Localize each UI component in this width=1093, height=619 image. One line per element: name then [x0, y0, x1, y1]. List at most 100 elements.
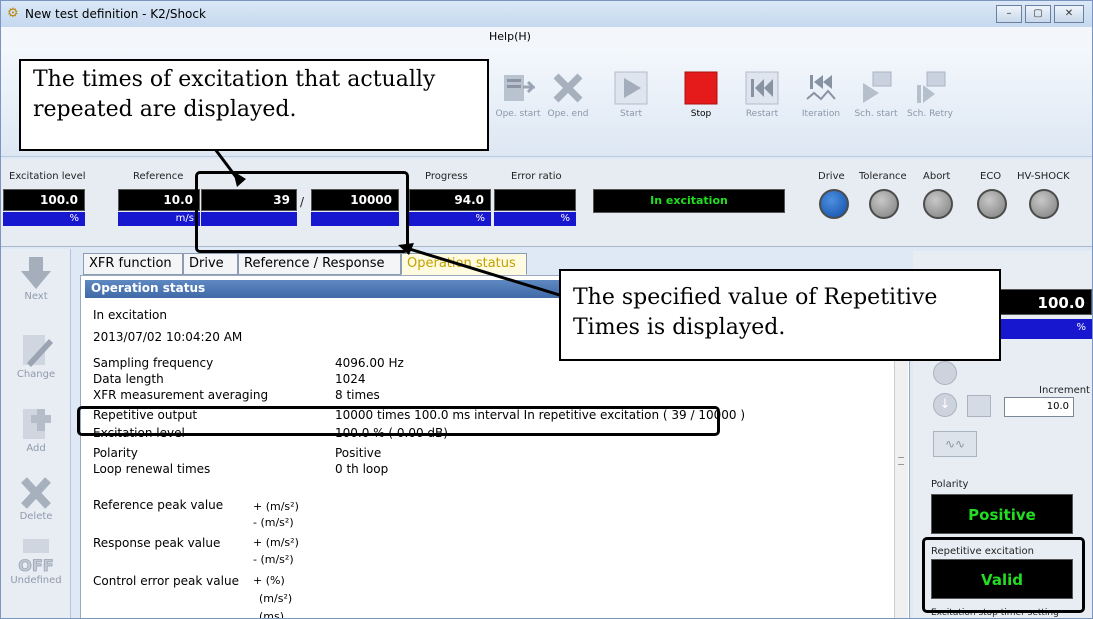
tab-reference-response[interactable]: Reference / Response — [238, 253, 401, 275]
ope-end-label: Ope. end — [547, 109, 589, 119]
increment-label: Increment — [1039, 385, 1090, 396]
peak-unit: (m/s²) — [259, 592, 293, 605]
highlight-repetitive-excitation — [922, 537, 1085, 613]
start-label: Start — [620, 109, 642, 119]
drive-label: Drive — [818, 171, 845, 182]
off-icon: OFF — [18, 539, 54, 575]
ope-start-label: Ope. start — [495, 109, 541, 119]
excitation-level-label: Excitation level — [9, 171, 86, 182]
peak-unit: + (m/s²) — [253, 500, 299, 513]
row-value: 0 th loop — [335, 462, 389, 476]
plus-icon — [23, 409, 51, 439]
restart-label: Restart — [745, 109, 779, 119]
abort-lamp — [923, 189, 953, 219]
row-value: 1024 — [335, 372, 366, 386]
level-value: 100.0 — [999, 289, 1092, 315]
progress-label: Progress — [425, 171, 468, 182]
close-button[interactable]: ✕ — [1054, 5, 1084, 23]
level-unit: % — [999, 319, 1092, 339]
tab-xfr-function[interactable]: XFR function — [83, 253, 183, 275]
reference-label: Reference — [133, 171, 184, 182]
abort-label: Abort — [923, 171, 951, 182]
level-up-button[interactable] — [933, 361, 957, 385]
row-value: Positive — [335, 446, 382, 460]
x-icon — [21, 477, 51, 509]
excitation-state-display: In excitation — [593, 189, 785, 213]
play-icon — [614, 71, 648, 105]
eco-label: ECO — [980, 171, 1002, 182]
schedule-retry-label: Sch. Retry — [906, 109, 954, 119]
highlight-repetitive-output — [77, 406, 720, 436]
delete-button[interactable]: Delete — [9, 475, 63, 522]
add-label: Add — [26, 443, 46, 454]
off-badge: OFF — [18, 556, 53, 575]
peak-unit: + (%) — [253, 574, 285, 587]
scroll-grip — [898, 457, 904, 465]
ope-end-icon — [553, 73, 583, 103]
waveform-icon[interactable]: ∿∿ — [933, 431, 977, 457]
state-text: In excitation — [93, 308, 167, 322]
hv-shock-lamp — [1029, 189, 1059, 219]
start-button[interactable]: Start — [606, 65, 656, 119]
add-button[interactable]: Add — [9, 407, 63, 454]
tab-operation-status[interactable]: Operation status — [401, 253, 527, 275]
undefined-button[interactable]: OFF Undefined — [9, 539, 63, 586]
pencil-icon — [23, 335, 53, 367]
timestamp-text: 2013/07/02 10:04:20 AM — [93, 330, 243, 344]
status-bar: Excitation level Reference Progress Erro… — [1, 159, 1092, 247]
minimize-button[interactable]: – — [996, 5, 1022, 23]
undefined-label: Undefined — [10, 575, 62, 586]
row-key: Polarity — [93, 446, 138, 460]
tolerance-lamp — [869, 189, 899, 219]
schedule-retry-button[interactable]: Sch. Retry — [905, 65, 955, 119]
polarity-display[interactable]: Positive — [931, 494, 1073, 534]
stop-button[interactable]: Stop — [676, 65, 726, 119]
callout-specified-repetitions: The specified value of Repetitive Times … — [559, 269, 1001, 361]
change-button[interactable]: Change — [9, 333, 63, 380]
ope-start-button[interactable]: Ope. start — [493, 65, 543, 119]
app-window: ⚙ New test definition - K2/Shock – ▢ ✕ H… — [0, 0, 1093, 619]
error-ratio-unit: % — [494, 212, 576, 226]
highlight-repeat-counter — [195, 171, 409, 253]
progress-value: 94.0 — [409, 189, 491, 211]
progress-unit: % — [409, 212, 491, 226]
window-title: New test definition - K2/Shock — [25, 7, 206, 21]
ope-end-button[interactable]: Ope. end — [543, 65, 593, 119]
edit-level-icon[interactable] — [967, 395, 991, 417]
drive-lamp — [819, 189, 849, 219]
reference-unit: m/s — [118, 212, 200, 226]
stop-icon — [684, 71, 718, 105]
delete-label: Delete — [19, 511, 53, 522]
row-key: XFR measurement averaging — [93, 388, 269, 402]
peak-unit: - (m/s²) — [253, 553, 294, 566]
error-ratio-value — [494, 189, 576, 211]
hv-shock-label: HV-SHOCK — [1017, 171, 1070, 182]
menu-help[interactable]: Help(H) — [489, 30, 531, 43]
change-label: Change — [16, 369, 56, 380]
row-key: Loop renewal times — [93, 462, 211, 476]
stop-label: Stop — [690, 109, 712, 119]
tolerance-label: Tolerance — [859, 171, 907, 182]
schedule-start-label: Sch. start — [854, 109, 898, 119]
arrow-down-icon — [21, 257, 51, 289]
next-label: Next — [24, 291, 48, 302]
iteration-label: Iteration — [801, 109, 841, 119]
callout-actual-repetitions: The times of excitation that actually re… — [19, 59, 489, 151]
row-key: Data length — [93, 372, 164, 386]
restart-button[interactable]: Restart — [737, 65, 787, 119]
schedule-start-icon — [863, 71, 892, 103]
excitation-level-unit: % — [3, 212, 85, 226]
row-value: 8 times — [335, 388, 380, 402]
next-button[interactable]: Next — [9, 255, 63, 302]
increment-input[interactable]: 10.0 — [1004, 397, 1074, 417]
peak-key: Reference peak value — [93, 498, 224, 512]
iteration-button[interactable]: Iteration — [796, 65, 846, 119]
eco-lamp — [977, 189, 1007, 219]
title-bar: ⚙ New test definition - K2/Shock – ▢ ✕ — [1, 1, 1092, 27]
menu-bar: Help(H) — [1, 27, 1092, 47]
schedule-start-button[interactable]: Sch. start — [851, 65, 901, 119]
peak-unit: (ms) — [259, 610, 285, 619]
tab-drive[interactable]: Drive — [183, 253, 238, 275]
maximize-button[interactable]: ▢ — [1025, 5, 1051, 23]
level-down-button[interactable]: ↓ — [933, 393, 957, 417]
